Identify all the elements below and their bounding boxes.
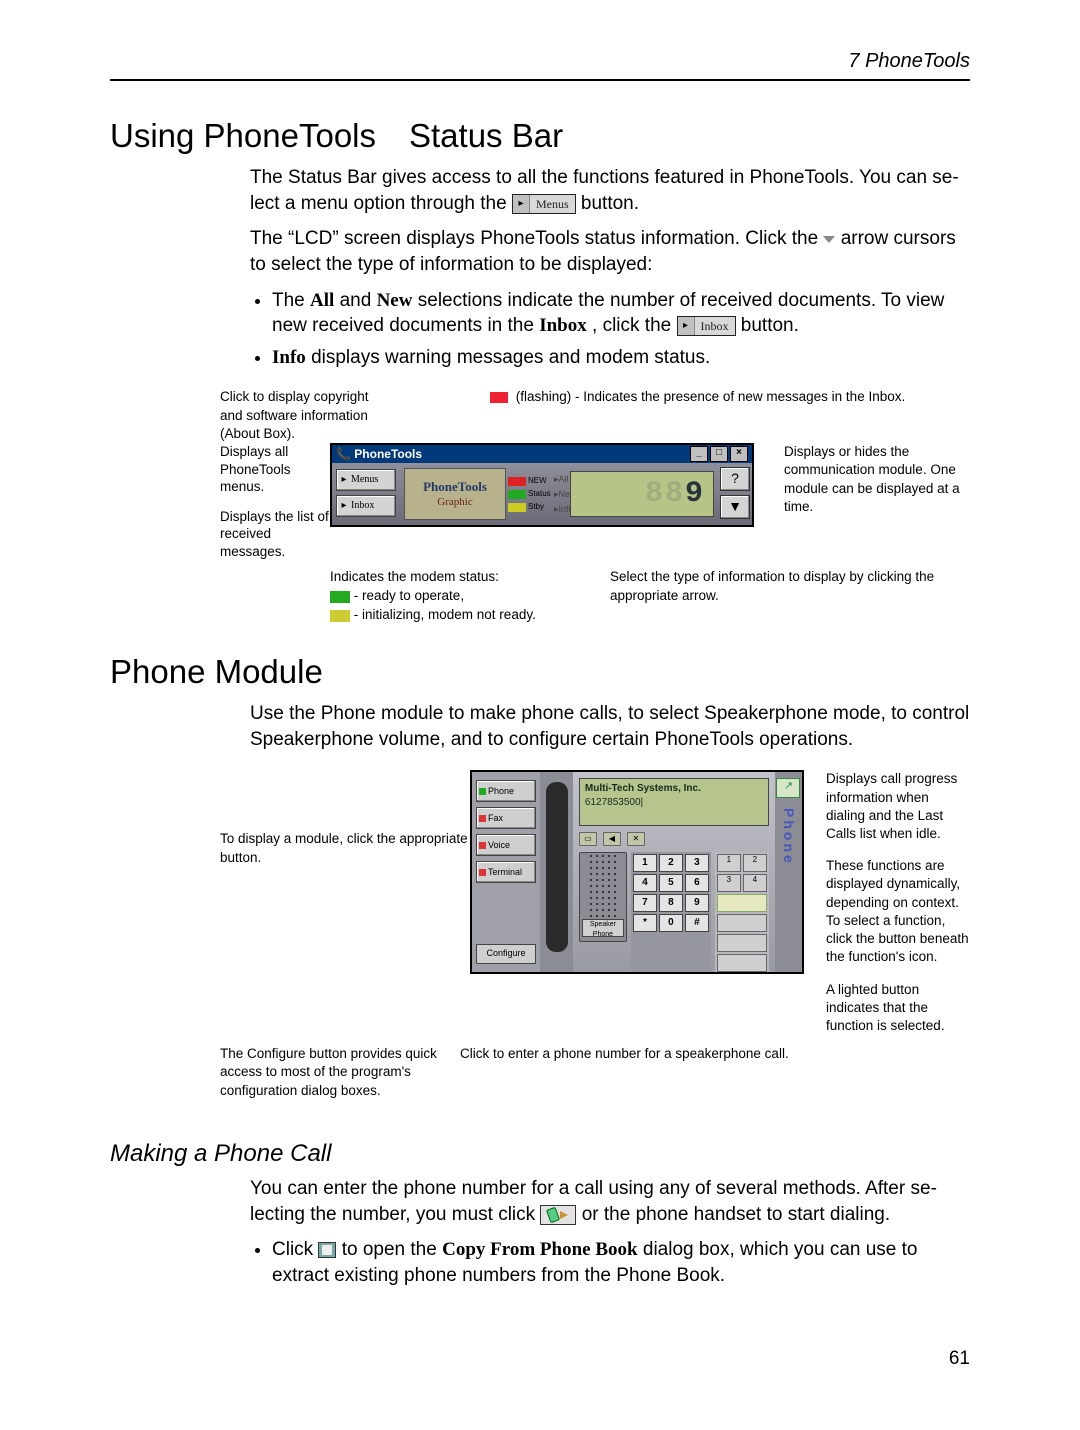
dial-keypad: 1 2 3 4 5 6 7 8 9 * 0 # [631, 852, 711, 974]
callout-info-arrows: Select the type of information to displa… [570, 568, 970, 625]
status-indicator: Status [508, 488, 552, 500]
inbox-button[interactable]: ▸Inbox [336, 495, 396, 517]
page-number: 61 [110, 1348, 970, 1370]
tab-fax[interactable]: Fax [476, 807, 536, 829]
func-slot-a[interactable] [717, 914, 767, 932]
statusbar-bullet-info: Info displays warning messages and modem… [272, 345, 970, 371]
callout-number-entry: Click to enter a phone number for a spea… [450, 1045, 970, 1100]
menus-inline-button[interactable]: ▸ Menus [512, 194, 576, 214]
tab-voice[interactable]: Voice [476, 834, 536, 856]
callout-call-progress: Displays call progress infor­mation when… [826, 770, 970, 843]
stby-indicator: Stby [508, 501, 552, 513]
dial-button[interactable]: ↗ [776, 778, 800, 798]
making-call-p1: You can enter the phone number for a cal… [250, 1176, 970, 1227]
callout-module-toggle: Displays or hides the communication mod­… [754, 443, 970, 516]
key-3[interactable]: 3 [685, 854, 709, 872]
function-column: 1 2 3 4 [715, 852, 769, 974]
new-indicator: NEW [508, 475, 552, 487]
key-4[interactable]: 4 [633, 874, 657, 892]
func-1[interactable]: 1 [717, 854, 741, 872]
phone-module-intro: Use the Phone module to make phone calls… [250, 701, 970, 752]
info-select-info[interactable]: ▸Info [554, 503, 568, 515]
module-toggle-button[interactable]: ▼ [720, 495, 750, 519]
phonetools-logo[interactable]: PhoneTools Graphic [404, 468, 506, 520]
handset-icon[interactable] [540, 772, 573, 972]
key-6[interactable]: 6 [685, 874, 709, 892]
ready-status-icon [330, 591, 350, 603]
new-flashing-icon [490, 392, 508, 403]
key-8[interactable]: 8 [659, 894, 683, 912]
volume-icon[interactable]: ◀ [603, 832, 621, 846]
page-header: 7 PhoneTools [110, 50, 970, 81]
statusbar-bullet-all-new: The All and New selections indicate the … [272, 288, 970, 339]
lcd-display: 889 [570, 471, 714, 517]
help-button[interactable]: ? [720, 467, 750, 491]
configure-button[interactable]: Configure [476, 944, 536, 964]
phone-vertical-label: Phone [779, 808, 798, 866]
callout-inbox-list: Displays the list of received messages. [220, 508, 330, 561]
statusbar-window: 📞 PhoneTools _ □ × ▸Menus ▸Inbox PhoneT [330, 443, 754, 527]
section-title-making-call: Making a Phone Call [110, 1140, 970, 1168]
func-slot-c[interactable] [717, 954, 767, 972]
callout-lit-button: A lighted button indicates that the func… [826, 981, 970, 1036]
chapter-label: 7 PhoneTools [848, 50, 970, 72]
arrow-cursor-icon [823, 236, 835, 243]
func-2[interactable]: 2 [743, 854, 767, 872]
key-5[interactable]: 5 [659, 874, 683, 892]
func-3[interactable]: 3 [717, 874, 741, 892]
info-select-all[interactable]: ▸All [554, 473, 568, 485]
number-entry-field[interactable]: 6127853500| [585, 796, 763, 810]
phonebook-inline-icon[interactable] [318, 1242, 336, 1258]
tab-phone[interactable]: Phone [476, 780, 536, 802]
menus-inline-arrow-icon: ▸ [513, 195, 530, 213]
minimize-icon[interactable]: _ [690, 446, 708, 462]
speaker-grille: Speaker Phone [579, 852, 627, 942]
figure-statusbar: Click to display copyright and software … [110, 388, 970, 625]
mute-icon[interactable]: ✕ [627, 832, 645, 846]
inbox-inline-button[interactable]: ▸ Inbox [677, 316, 736, 336]
func-4[interactable]: 4 [743, 874, 767, 892]
statusbar-intro-1: The Status Bar gives access to all the f… [250, 165, 970, 216]
key-9[interactable]: 9 [685, 894, 709, 912]
maximize-icon[interactable]: □ [710, 446, 728, 462]
callout-modem-status: Indicates the modem status: - ready to o… [330, 568, 570, 625]
func-slot-lit[interactable] [717, 894, 767, 912]
key-hash[interactable]: # [685, 914, 709, 932]
phonebook-shortcut-icon[interactable]: ▭ [579, 832, 597, 846]
callout-menus: Displays all PhoneTools menus. [220, 443, 330, 496]
statusbar-titlebar: 📞 PhoneTools _ □ × [332, 445, 752, 463]
section-title-phone-module: Phone Module [110, 653, 970, 691]
callout-aboutbox: Click to display copyright and software … [220, 388, 390, 443]
speakerphone-button[interactable]: Speaker Phone [582, 919, 624, 937]
statusbar-intro-2: The “LCD” screen displays PhoneTools sta… [250, 226, 970, 277]
key-1[interactable]: 1 [633, 854, 657, 872]
key-7[interactable]: 7 [633, 894, 657, 912]
dial-inline-icon[interactable] [540, 1205, 576, 1225]
making-call-bullet-phonebook: Click to open the Copy From Phone Book d… [272, 1237, 970, 1288]
key-2[interactable]: 2 [659, 854, 683, 872]
key-star[interactable]: * [633, 914, 657, 932]
callout-dynamic-functions: These functions are displayed dynamicall… [826, 857, 970, 966]
func-slot-b[interactable] [717, 934, 767, 952]
callout-module-tabs: To display a module, click the appropria… [110, 770, 470, 866]
figure-phone-module: To display a module, click the appropria… [110, 770, 970, 1100]
callout-new-flashing: (flashing) - Indicates the presence of n… [390, 388, 910, 443]
init-status-icon [330, 610, 350, 622]
menus-button[interactable]: ▸Menus [336, 469, 396, 491]
key-0[interactable]: 0 [659, 914, 683, 932]
info-select-new[interactable]: ▸New [554, 488, 568, 500]
tab-terminal[interactable]: Terminal [476, 861, 536, 883]
phone-panel: Phone Fax Voice Terminal Configure Multi… [470, 770, 804, 974]
section-title-statusbar: Using PhoneTools Status Bar [110, 117, 970, 155]
call-progress-display: Multi-Tech Systems, Inc. 6127853500| [579, 778, 769, 826]
callout-configure: The Configure button provides quick acce… [220, 1045, 450, 1100]
close-icon[interactable]: × [730, 446, 748, 462]
inbox-inline-arrow-icon: ▸ [678, 317, 695, 335]
